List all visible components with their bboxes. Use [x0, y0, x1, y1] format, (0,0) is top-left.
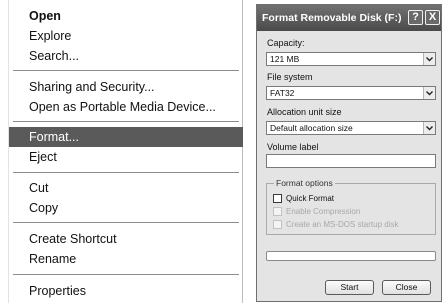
help-button[interactable]: ?: [408, 10, 423, 25]
format-progress-bar: [266, 251, 436, 261]
format-options-group: Format options Quick Format Enable Compr…: [266, 178, 436, 235]
start-button[interactable]: Start: [325, 280, 374, 295]
checkbox-box: [273, 207, 282, 216]
allocation-size-value: Default allocation size: [270, 123, 353, 133]
dialog-titlebar[interactable]: Format Removable Disk (F:) ? X: [257, 5, 441, 31]
menu-item-cut[interactable]: Cut: [9, 178, 243, 198]
capacity-label: Capacity:: [267, 38, 305, 48]
format-options-legend: Format options: [274, 178, 335, 189]
allocation-size-select[interactable]: Default allocation size: [266, 121, 436, 135]
menu-item-properties[interactable]: Properties: [9, 281, 243, 301]
menu-item-format[interactable]: Format...: [9, 127, 243, 147]
menu-separator: [13, 274, 239, 275]
menu-item-copy[interactable]: Copy: [9, 198, 243, 218]
menu-item-search[interactable]: Search...: [9, 46, 243, 66]
enable-compression-label: Enable Compression: [286, 207, 361, 216]
menu-item-rename[interactable]: Rename: [9, 249, 243, 269]
menu-item-explore[interactable]: Explore: [9, 26, 243, 46]
menu-item-sharing-security[interactable]: Sharing and Security...: [9, 77, 243, 97]
chevron-down-icon[interactable]: [423, 53, 435, 65]
menu-item-eject[interactable]: Eject: [9, 147, 243, 167]
file-system-select[interactable]: FAT32: [266, 86, 436, 100]
checkbox-box[interactable]: [273, 194, 282, 203]
volume-label-input[interactable]: [266, 154, 436, 168]
file-system-value: FAT32: [270, 88, 295, 98]
checkbox-box: [273, 220, 282, 229]
screenshot-canvas: Open Explore Search... Sharing and Secur…: [0, 0, 442, 303]
menu-separator: [13, 70, 239, 71]
allocation-size-label: Allocation unit size: [267, 107, 342, 117]
capacity-value: 121 MB: [270, 54, 300, 64]
close-icon[interactable]: X: [425, 10, 440, 25]
capacity-select[interactable]: 121 MB: [266, 52, 436, 66]
file-system-label: File system: [267, 72, 313, 82]
msdos-startup-label: Create an MS-DOS startup disk: [286, 220, 399, 229]
dialog-title: Format Removable Disk (F:): [262, 12, 402, 24]
close-button[interactable]: Close: [382, 280, 431, 295]
volume-label-label: Volume label: [267, 142, 319, 152]
menu-item-open[interactable]: Open: [9, 6, 243, 26]
chevron-down-icon[interactable]: [423, 87, 435, 99]
menu-separator: [13, 121, 239, 122]
menu-item-open-portable-media[interactable]: Open as Portable Media Device...: [9, 97, 243, 117]
menu-separator: [13, 172, 239, 173]
quick-format-label: Quick Format: [286, 194, 335, 203]
menu-separator: [13, 222, 239, 223]
context-menu: Open Explore Search... Sharing and Secur…: [8, 0, 243, 303]
menu-item-create-shortcut[interactable]: Create Shortcut: [9, 229, 243, 249]
format-dialog: Format Removable Disk (F:) ? X Capacity:…: [256, 4, 442, 302]
chevron-down-icon[interactable]: [423, 122, 435, 134]
